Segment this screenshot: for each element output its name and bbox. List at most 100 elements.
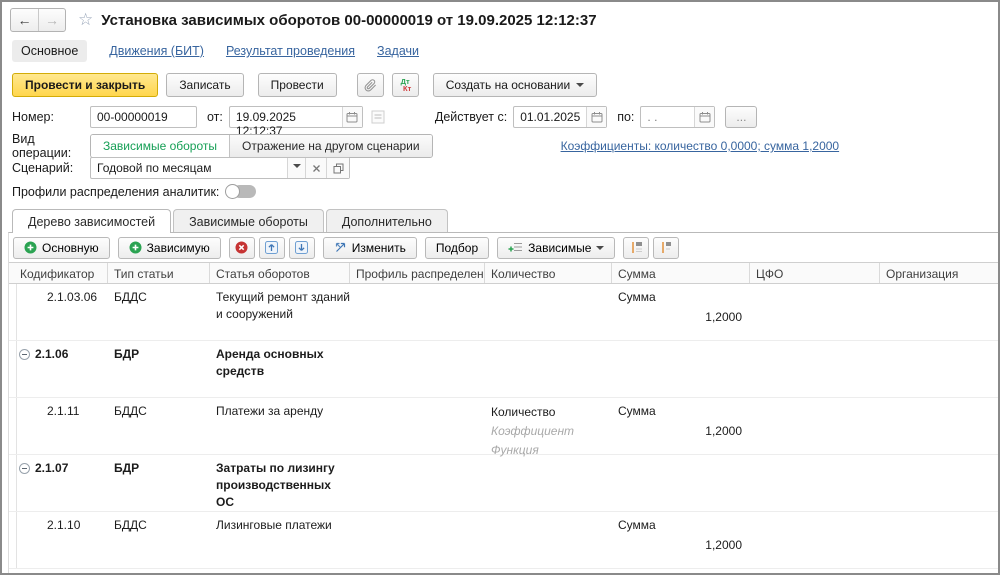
scenario-field[interactable]: Годовой по месяцам: [91, 158, 287, 178]
calendar-icon[interactable]: [586, 107, 606, 127]
nav-tab-main[interactable]: Основное: [12, 40, 87, 62]
post-and-close-button[interactable]: Провести и закрыть: [12, 73, 158, 97]
cell-article-type: БДДС: [114, 403, 204, 420]
number-field[interactable]: 00-00000019: [90, 106, 197, 128]
sum-label: Сумма: [618, 403, 742, 420]
create-based-on-button[interactable]: Создать на основании: [433, 73, 598, 97]
add-main-button[interactable]: Основную: [13, 237, 110, 259]
nav-tabs: Основное Движения (БИТ) Результат проведе…: [12, 40, 419, 62]
column-header-4[interactable]: Количество: [485, 263, 612, 283]
clear-icon[interactable]: [305, 158, 326, 178]
history-list-icon[interactable]: [371, 110, 385, 124]
table-row[interactable]: 2.1.11БДДСПлатежи за арендуКоличествоКоэ…: [9, 398, 998, 455]
calendar-icon[interactable]: [694, 107, 714, 127]
tree-levels-icon: [630, 241, 643, 254]
add-dependent-button[interactable]: Зависимую: [118, 237, 221, 259]
move-arrows-icon: [334, 241, 347, 254]
cell-article-type: БДДС: [114, 517, 204, 534]
titlebar: ← → ☆ Установка зависимых оборотов 00-00…: [10, 8, 597, 32]
delete-row-button[interactable]: [229, 237, 255, 259]
favorite-star-icon[interactable]: ☆: [78, 10, 93, 30]
sum-value: 1,2000: [618, 422, 742, 441]
back-icon[interactable]: ←: [11, 9, 38, 31]
column-header-3[interactable]: Профиль распределения: [350, 263, 485, 283]
tab-dependent-turnovers[interactable]: Зависимые обороты: [173, 209, 324, 232]
add-list-icon: [508, 241, 523, 254]
column-header-7[interactable]: Организация: [880, 263, 999, 283]
expand-levels-button[interactable]: [623, 237, 649, 259]
profiles-toggle[interactable]: [225, 184, 257, 199]
date-field[interactable]: 19.09.2025 12:12:37: [230, 107, 342, 127]
command-toolbar: Провести и закрыть Записать Провести ДтК…: [12, 73, 597, 97]
nav-link-0[interactable]: Движения (БИТ): [109, 44, 204, 58]
valid-to-field[interactable]: . .: [641, 107, 694, 127]
page-title: Установка зависимых оборотов 00-00000019…: [101, 12, 596, 29]
cell-codifier: 2.1.07: [35, 460, 95, 477]
valid-from-field[interactable]: 01.01.2025: [514, 107, 586, 127]
move-down-button[interactable]: [289, 237, 315, 259]
post-button[interactable]: Провести: [258, 73, 337, 97]
cell-codifier: 2.1.03.06: [47, 289, 107, 306]
column-header-1[interactable]: Тип статьи: [108, 263, 210, 283]
tree-collapse-icon[interactable]: [19, 349, 30, 360]
quantity-hint: Коэффициент: [491, 422, 606, 441]
operation-option-dependent[interactable]: Зависимые обороты: [91, 135, 229, 157]
operation-option-other-scenario[interactable]: Отражение на другом сценарии: [229, 135, 432, 157]
coefficients-link[interactable]: Коэффициенты: количество 0,0000; сумма 1…: [561, 139, 840, 153]
pick-button[interactable]: Подбор: [425, 237, 489, 259]
dependents-label: Зависимые: [528, 241, 591, 255]
add-plus-icon: [129, 241, 142, 254]
table-row[interactable]: 2.1.03.06БДДСТекущий ремонт зданий и соо…: [9, 284, 998, 341]
tab-additional[interactable]: Дополнительно: [326, 209, 448, 232]
dt-kt-button[interactable]: ДтКт: [392, 73, 419, 97]
column-header-0[interactable]: Кодификатор: [14, 263, 108, 283]
page-tabs: Дерево зависимостей Зависимые обороты До…: [12, 208, 450, 232]
sum-label: Сумма: [618, 289, 742, 306]
table-row[interactable]: 2.1.10БДДСЛизинговые платежиСумма1,2000: [9, 512, 998, 569]
table-body: 2.1.03.06БДДСТекущий ремонт зданий и соо…: [9, 284, 998, 569]
scenario-combo: Годовой по месяцам: [90, 157, 350, 179]
dependents-button[interactable]: Зависимые: [497, 237, 615, 259]
paperclip-icon: [364, 79, 377, 92]
write-button[interactable]: Записать: [166, 73, 243, 97]
pick-label: Подбор: [436, 241, 478, 255]
form-row-operation: Вид операции: Зависимые обороты Отражени…: [12, 132, 839, 160]
column-header-2[interactable]: Статья оборотов: [210, 263, 350, 283]
valid-from-group: 01.01.2025: [513, 106, 607, 128]
add-main-label: Основную: [42, 241, 99, 255]
collapse-levels-button[interactable]: [653, 237, 679, 259]
cell-turnover-article: Аренда основных средств: [216, 346, 351, 380]
attachments-button[interactable]: [357, 73, 384, 97]
column-header-5[interactable]: Сумма: [612, 263, 750, 283]
change-label: Изменить: [352, 241, 406, 255]
date-label: от:: [207, 110, 223, 124]
open-item-icon[interactable]: [326, 158, 349, 178]
table-row[interactable]: 2.1.06БДРАренда основных средств: [9, 341, 998, 398]
arrow-up-icon: [265, 241, 278, 254]
cell-quantity: КоличествоКоэффициентФункция: [491, 403, 606, 460]
calendar-icon[interactable]: [342, 107, 362, 127]
more-dates-button[interactable]: ...: [725, 106, 757, 128]
move-up-button[interactable]: [259, 237, 285, 259]
sum-label: Сумма: [618, 517, 742, 534]
forward-icon[interactable]: →: [38, 9, 65, 31]
cell-turnover-article: Затраты по лизингу производственных ОС: [216, 460, 351, 511]
form-row-profiles: Профили распределения аналитик:: [12, 184, 257, 199]
nav-link-1[interactable]: Результат проведения: [226, 44, 355, 58]
form-row-number: Номер: 00-00000019 от: 19.09.2025 12:12:…: [12, 106, 757, 128]
profiles-label: Профили распределения аналитик:: [12, 185, 219, 199]
cell-article-type: БДР: [114, 460, 204, 477]
nav-link-2[interactable]: Задачи: [377, 44, 419, 58]
operation-label: Вид операции:: [12, 132, 90, 160]
tree-collapse-icon[interactable]: [19, 463, 30, 474]
add-plus-icon: [24, 241, 37, 254]
column-header-6[interactable]: ЦФО: [750, 263, 880, 283]
chevron-down-icon[interactable]: [287, 158, 305, 178]
table-row[interactable]: 2.1.07 БДР Затраты по лизингу производстве…: [9, 455, 998, 512]
history-nav: ← →: [10, 8, 66, 32]
change-button[interactable]: Изменить: [323, 237, 417, 259]
valid-to-label: по:: [617, 110, 634, 124]
tab-dependency-tree[interactable]: Дерево зависимостей: [12, 209, 171, 233]
cell-turnover-article: Платежи за аренду: [216, 403, 351, 420]
table-header: КодификаторТип статьиСтатья оборотовПроф…: [9, 262, 998, 284]
